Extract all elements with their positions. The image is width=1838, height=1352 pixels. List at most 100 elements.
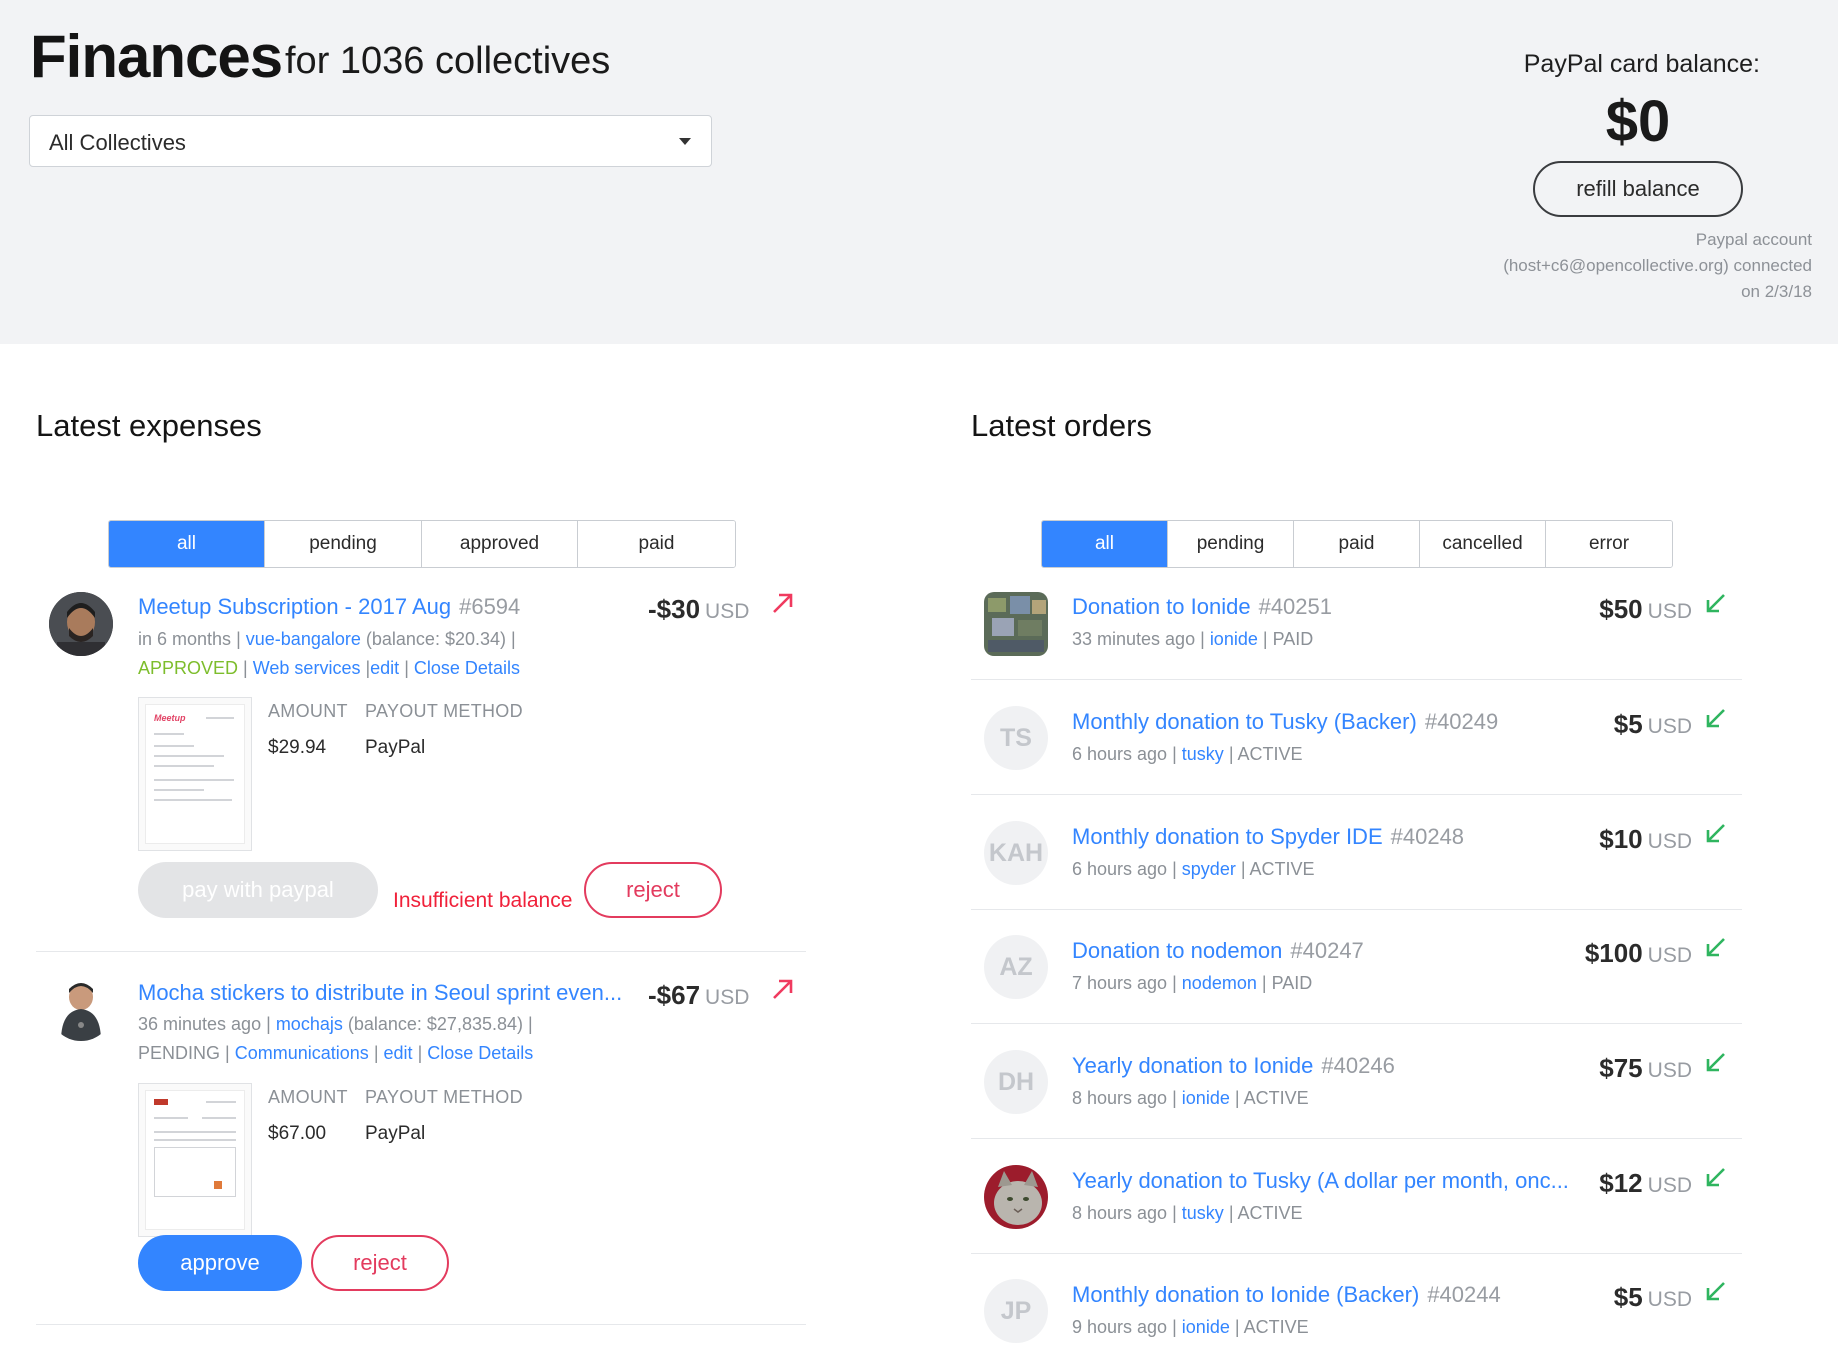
- collective-link[interactable]: spyder: [1182, 859, 1236, 879]
- order-meta: 33 minutes ago | ionide | PAID: [1072, 624, 1313, 654]
- expense-title[interactable]: Meetup Subscription - 2017 Aug #6594: [138, 594, 520, 620]
- collective-link[interactable]: vue-bangalore: [246, 629, 361, 649]
- separator: |: [1228, 1203, 1234, 1223]
- order-number: #40247: [1290, 938, 1364, 963]
- order-meta: 6 hours ago | spyder | ACTIVE: [1072, 854, 1315, 884]
- refill-balance-button[interactable]: refill balance: [1533, 161, 1743, 217]
- approve-button[interactable]: approve: [138, 1235, 302, 1291]
- paypal-account-note: Paypal account (host+c6@opencollective.o…: [1452, 227, 1812, 305]
- avatar: KAH: [984, 821, 1048, 885]
- tab-all[interactable]: all: [109, 521, 265, 567]
- arrow-down-left-icon: [1703, 822, 1727, 853]
- order-title-link[interactable]: Monthly donation to Ionide (Backer): [1072, 1282, 1419, 1307]
- separator: |: [266, 1014, 271, 1034]
- order-title-link[interactable]: Donation to nodemon: [1072, 938, 1282, 963]
- collective-balance: (balance: $27,835.84): [347, 1014, 523, 1034]
- collective-link[interactable]: ionide: [1210, 629, 1258, 649]
- order-title[interactable]: Donation to nodemon #40247: [1072, 938, 1364, 964]
- order-title-link[interactable]: Yearly donation to Ionide: [1072, 1053, 1313, 1078]
- collective-link[interactable]: tusky: [1182, 744, 1224, 764]
- collective-link[interactable]: ionide: [1182, 1088, 1230, 1108]
- collective-link[interactable]: nodemon: [1182, 973, 1257, 993]
- divider: [971, 1253, 1742, 1254]
- reject-button[interactable]: reject: [584, 862, 722, 918]
- order-meta: 8 hours ago | ionide | ACTIVE: [1072, 1083, 1309, 1113]
- paypal-note-line: Paypal account: [1695, 230, 1812, 249]
- close-details-link[interactable]: Close Details: [427, 1043, 533, 1063]
- order-title[interactable]: Donation to Ionide #40251: [1072, 594, 1332, 620]
- collective-link[interactable]: ionide: [1182, 1317, 1230, 1337]
- order-number: #40248: [1390, 824, 1465, 849]
- separator: |: [1172, 973, 1177, 993]
- arrow-down-left-icon: [1703, 1051, 1727, 1082]
- order-currency: USD: [1647, 1288, 1692, 1311]
- expense-status-line: PENDING | Communications | edit | Close …: [138, 1038, 533, 1068]
- separator: |: [417, 1043, 423, 1063]
- separator: |: [1234, 1317, 1240, 1337]
- order-title-link[interactable]: Monthly donation to Tusky (Backer): [1072, 709, 1417, 734]
- order-title[interactable]: Yearly donation to Ionide #40246: [1072, 1053, 1395, 1079]
- pay-with-paypal-button[interactable]: pay with paypal: [138, 862, 378, 918]
- collective-balance: (balance: $20.34): [365, 629, 506, 649]
- order-title[interactable]: Yearly donation to Tusky (A dollar per m…: [1072, 1168, 1569, 1194]
- order-amount: $10 USD: [1599, 824, 1692, 855]
- caret-down-icon: [679, 138, 691, 145]
- tab-pending[interactable]: pending: [1168, 521, 1294, 567]
- order-title-link[interactable]: Donation to Ionide: [1072, 594, 1251, 619]
- order-title[interactable]: Monthly donation to Tusky (Backer) #40249: [1072, 709, 1498, 735]
- separator: |: [511, 629, 516, 649]
- order-currency: USD: [1647, 1174, 1692, 1197]
- expense-amount: -$67 USD: [648, 980, 749, 1011]
- avatar: [49, 977, 113, 1041]
- category-link[interactable]: Communications: [235, 1043, 369, 1063]
- payout-method-header: PAYOUT METHOD: [365, 701, 523, 721]
- collective-link[interactable]: mochajs: [276, 1014, 343, 1034]
- order-time: 6 hours ago: [1072, 744, 1168, 764]
- separator: |: [1262, 629, 1268, 649]
- order-title-link[interactable]: Monthly donation to Spyder IDE: [1072, 824, 1383, 849]
- collective-select[interactable]: All Collectives: [29, 115, 712, 167]
- edit-link[interactable]: edit: [384, 1043, 413, 1063]
- separator: |: [528, 1014, 533, 1034]
- category-link[interactable]: Web services: [253, 658, 361, 678]
- expense-filter-tabs: all pending approved paid: [108, 520, 736, 568]
- receipt-thumbnail[interactable]: Meetup: [138, 697, 252, 851]
- reject-button[interactable]: reject: [311, 1235, 449, 1291]
- amount-header: AMOUNT: [268, 701, 348, 721]
- status-badge: PAID: [1271, 973, 1313, 993]
- tab-pending[interactable]: pending: [265, 521, 422, 567]
- order-time: 7 hours ago: [1072, 973, 1168, 993]
- expense-title-link[interactable]: Mocha stickers to distribute in Seoul sp…: [138, 980, 622, 1005]
- order-amount-value: $75: [1599, 1053, 1643, 1083]
- paypal-note-line: (host+c6@opencollective.org) connected: [1503, 256, 1812, 275]
- status-badge: PAID: [1272, 629, 1314, 649]
- edit-link[interactable]: edit: [370, 658, 399, 678]
- avatar: TS: [984, 706, 1048, 770]
- separator: |: [236, 629, 241, 649]
- order-currency: USD: [1647, 1059, 1692, 1082]
- expense-title[interactable]: Mocha stickers to distribute in Seoul sp…: [138, 980, 622, 1006]
- tab-all[interactable]: all: [1042, 521, 1168, 567]
- tab-cancelled[interactable]: cancelled: [1420, 521, 1546, 567]
- receipt-thumbnail[interactable]: [138, 1083, 252, 1237]
- tab-error[interactable]: error: [1546, 521, 1672, 567]
- order-title[interactable]: Monthly donation to Spyder IDE #40248: [1072, 824, 1464, 850]
- order-title-link[interactable]: Yearly donation to Tusky (A dollar per m…: [1072, 1168, 1569, 1193]
- tab-paid[interactable]: paid: [1294, 521, 1420, 567]
- tab-approved[interactable]: approved: [422, 521, 578, 567]
- separator: |: [1172, 1088, 1177, 1108]
- insufficient-balance-error: Insufficient balance: [393, 889, 573, 912]
- close-details-link[interactable]: Close Details: [414, 658, 520, 678]
- order-title[interactable]: Monthly donation to Ionide (Backer) #4024…: [1072, 1282, 1501, 1308]
- divider: [36, 1324, 806, 1325]
- expense-title-link[interactable]: Meetup Subscription - 2017 Aug: [138, 594, 451, 619]
- detail-payout-method: PayPal: [365, 737, 426, 758]
- order-number: #40246: [1321, 1053, 1395, 1078]
- separator: |: [1172, 859, 1177, 879]
- collective-link[interactable]: tusky: [1182, 1203, 1224, 1223]
- status-badge: PENDING: [138, 1043, 221, 1063]
- separator: |: [225, 1043, 230, 1063]
- tab-paid[interactable]: paid: [578, 521, 735, 567]
- order-time: 8 hours ago: [1072, 1203, 1168, 1223]
- order-time: 9 hours ago: [1072, 1317, 1168, 1337]
